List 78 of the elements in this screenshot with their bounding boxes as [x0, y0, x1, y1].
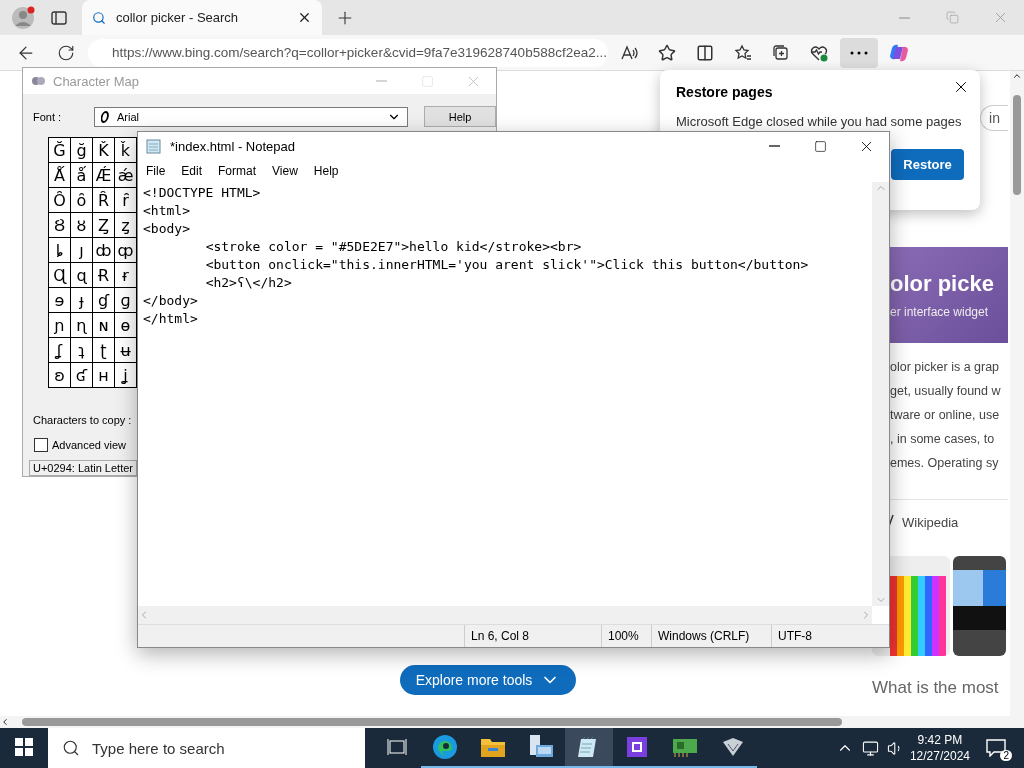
explore-more-tools-button[interactable]: Explore more tools — [399, 665, 577, 695]
character-cell[interactable]: Ğ — [49, 138, 71, 163]
menu-item[interactable]: View — [266, 160, 304, 182]
character-cell[interactable]: ɵ — [115, 313, 137, 338]
character-cell[interactable]: Ǽ — [93, 163, 115, 188]
character-cell[interactable]: ʆ — [49, 338, 71, 363]
font-label: Font : — [33, 110, 63, 123]
question-heading: What is the most — [872, 678, 1000, 698]
character-cell[interactable]: ǽ — [115, 163, 137, 188]
description-line: get, usually found w — [890, 383, 1002, 400]
character-cell[interactable]: ʛ — [71, 363, 93, 388]
character-cell[interactable]: ȴ — [49, 238, 71, 263]
status-field: Ln 6, Col 8 — [464, 625, 601, 647]
description-line: olor picker is a grap — [890, 359, 1001, 376]
card-title: olor picke — [890, 271, 995, 297]
description-line: tware or online, use — [890, 407, 1001, 424]
clock-time: 9:42 PM — [917, 732, 963, 748]
popup-title: Restore pages — [676, 84, 774, 100]
address-field[interactable]: https://www.bing.com/search?q=collor+picker&cvid=9fa7e319628740b588cf2ea2... — [88, 38, 608, 67]
character-cell[interactable]: ɘ — [49, 288, 71, 313]
character-cell[interactable]: ʈ — [93, 338, 115, 363]
character-cell[interactable]: ȥ — [115, 213, 137, 238]
character-cell[interactable]: ʝ — [115, 363, 137, 388]
text-editor[interactable]: <!DOCTYPE HTML> <html> <body> <stroke color = "#5DE2E7">hello kid</stroke><br> <button onclick="this.innerHTML='you arent slick'">Click this button</button> <h2>ʕ\</h2> </body> </html> — [138, 182, 872, 606]
character-cell[interactable]: ʇ — [71, 338, 93, 363]
character-cell[interactable]: Ɋ — [49, 263, 71, 288]
checkbox-label: Advanced view — [52, 439, 126, 451]
character-cell[interactable]: ǻ — [71, 163, 93, 188]
description-line: , in some cases, to — [890, 431, 996, 448]
status-text: U+0294: Latin Letter — [29, 460, 137, 476]
character-cell[interactable]: Ɍ — [93, 263, 115, 288]
character-cell[interactable]: Ȏ — [49, 188, 71, 213]
character-cell[interactable]: ȸ — [93, 238, 115, 263]
character-cell[interactable]: ȓ — [115, 188, 137, 213]
menu-item[interactable]: Help — [307, 160, 345, 182]
window-title: Character Map — [53, 73, 139, 89]
character-cell[interactable]: Ȣ — [49, 213, 71, 238]
character-cell[interactable]: ɲ — [49, 313, 71, 338]
popup-message: Microsoft Edge closed while you had some pages — [676, 114, 963, 129]
menu-item[interactable]: Format — [212, 160, 263, 182]
window-title: *index.html - Notepad — [170, 138, 295, 154]
restore-button[interactable]: Restore — [891, 149, 964, 180]
character-cell[interactable]: Ǩ — [93, 138, 115, 163]
description-line: emes. Operating sy — [890, 455, 1000, 472]
characters-to-copy-label: Characters to copy : — [33, 414, 132, 426]
source-link[interactable]: Wikipedia — [902, 514, 959, 530]
character-cell[interactable]: ğ — [71, 138, 93, 163]
tab-title: collor picker - Search — [116, 10, 240, 25]
character-cell[interactable]: ɡ — [115, 288, 137, 313]
character-cell[interactable]: Ȥ — [93, 213, 115, 238]
character-cell[interactable]: ɋ — [71, 263, 93, 288]
character-cell[interactable]: ǩ — [115, 138, 137, 163]
character-cell[interactable]: ȹ — [115, 238, 137, 263]
character-cell[interactable]: Ǻ — [49, 163, 71, 188]
character-cell[interactable]: ɠ — [93, 288, 115, 313]
character-cell[interactable]: ɳ — [71, 313, 93, 338]
menu-item[interactable]: Edit — [175, 160, 209, 182]
status-field: 100% — [601, 625, 651, 647]
menu-item[interactable]: File — [140, 160, 172, 182]
character-cell[interactable]: Ȓ — [93, 188, 115, 213]
notification-count: 2 — [1000, 750, 1012, 761]
character-cell[interactable]: ʜ — [93, 363, 115, 388]
character-cell[interactable]: ɍ — [115, 263, 137, 288]
browser-tab[interactable]: collor picker - Search — [82, 0, 322, 35]
character-cell[interactable]: ʚ — [49, 363, 71, 388]
help-button[interactable]: Help — [424, 106, 496, 127]
status-field: UTF-8 — [771, 625, 889, 647]
character-cell[interactable]: ȷ — [71, 238, 93, 263]
status-field: Windows (CRLF) — [651, 625, 771, 647]
character-cell[interactable]: ʉ — [115, 338, 137, 363]
font-dropdown[interactable]: Arial — [93, 106, 409, 127]
character-cell[interactable]: ɴ — [93, 313, 115, 338]
card-subtitle: er interface widget — [890, 305, 990, 319]
clock-date: 12/27/2024 — [909, 748, 970, 764]
character-cell[interactable]: ȏ — [71, 188, 93, 213]
character-cell[interactable]: ȣ — [71, 213, 93, 238]
character-cell[interactable]: ɟ — [71, 288, 93, 313]
taskbar-search-field[interactable]: Type here to search — [48, 728, 365, 768]
